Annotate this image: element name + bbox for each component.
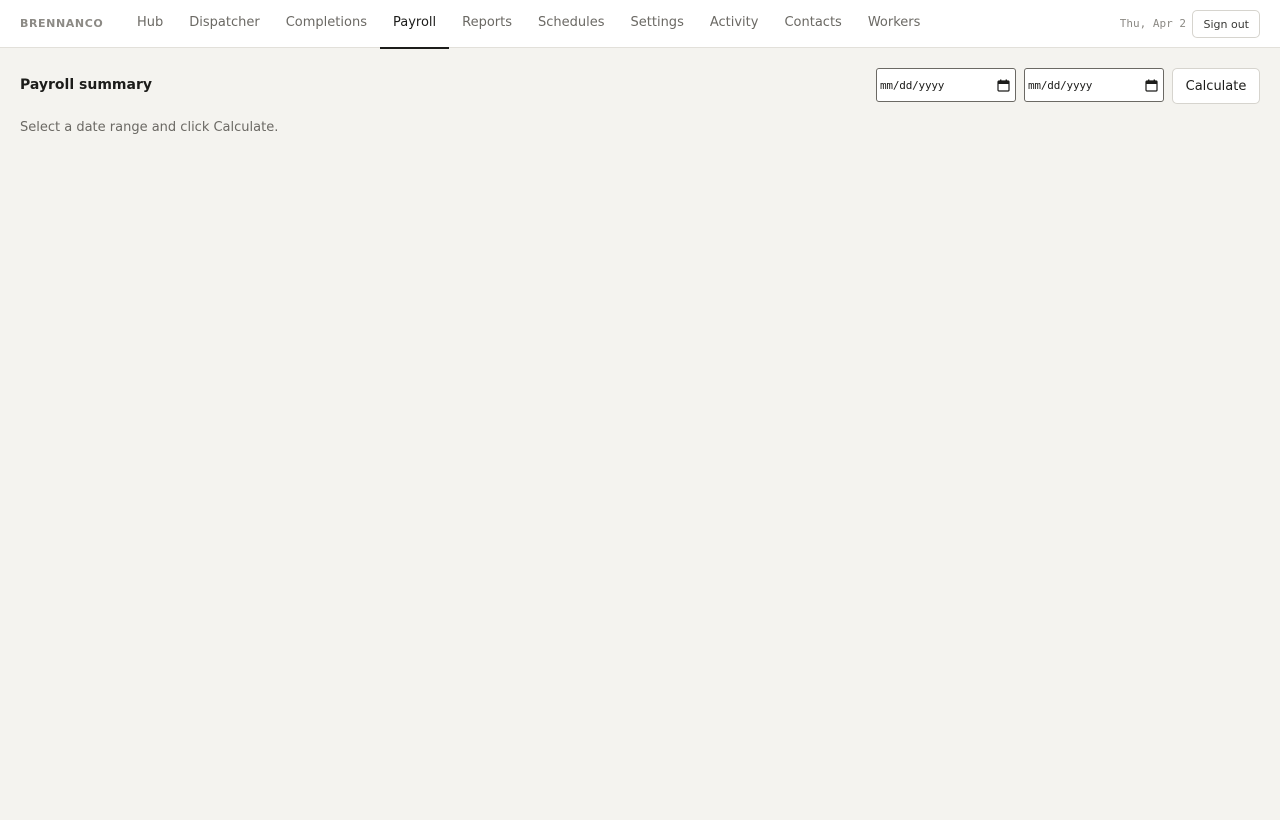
- nav-tab-label: Settings: [630, 15, 684, 30]
- nav-tab-settings[interactable]: Settings: [618, 0, 697, 48]
- nav-tab-schedules[interactable]: Schedules: [525, 0, 618, 48]
- sign-out-button[interactable]: Sign out: [1192, 10, 1260, 38]
- empty-state-hint: Select a date range and click Calculate.: [20, 120, 279, 135]
- nav-tab-reports[interactable]: Reports: [449, 0, 525, 48]
- nav-tab-label: Activity: [709, 15, 759, 30]
- calendar-icon[interactable]: [997, 79, 1010, 92]
- page-title: Payroll summary: [20, 77, 152, 93]
- nav-tab-label: Dispatcher: [189, 15, 260, 30]
- nav-tab-hub[interactable]: Hub: [124, 0, 176, 48]
- nav-tab-label: Hub: [137, 15, 164, 30]
- nav-tab-label: Payroll: [392, 15, 437, 30]
- nav-tab-completions[interactable]: Completions: [273, 0, 380, 48]
- brand-logo: BRENNANCO: [20, 17, 104, 30]
- calculate-button[interactable]: Calculate: [1172, 68, 1260, 104]
- nav-tab-label: Reports: [462, 15, 512, 30]
- nav-tab-label: Completions: [285, 15, 367, 30]
- current-date: Thu, Apr 2: [1119, 17, 1186, 30]
- nav-tab-label: Contacts: [784, 15, 842, 30]
- nav-tab-label: Workers: [867, 15, 921, 30]
- nav-tab-payroll[interactable]: Payroll: [379, 0, 450, 49]
- main-nav: Hub Dispatcher Completions Payroll Repor…: [124, 0, 934, 49]
- top-navigation-bar: BRENNANCO Hub Dispatcher Completions Pay…: [0, 0, 1280, 49]
- start-date-placeholder: mm/dd/yyyy: [880, 78, 945, 92]
- start-date-input[interactable]: mm/dd/yyyy: [876, 68, 1016, 102]
- end-date-input[interactable]: mm/dd/yyyy: [1024, 68, 1164, 102]
- end-date-placeholder: mm/dd/yyyy: [1028, 78, 1093, 92]
- nav-tab-contacts[interactable]: Contacts: [771, 0, 854, 48]
- nav-tab-workers[interactable]: Workers: [855, 0, 934, 48]
- calendar-icon[interactable]: [1145, 79, 1158, 92]
- nav-tab-dispatcher[interactable]: Dispatcher: [176, 0, 272, 48]
- nav-tab-label: Schedules: [538, 15, 605, 30]
- nav-tab-activity[interactable]: Activity: [697, 0, 772, 48]
